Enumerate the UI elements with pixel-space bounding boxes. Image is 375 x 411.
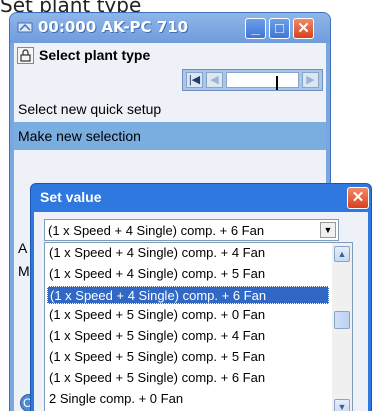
slider-thumb[interactable] (276, 76, 278, 90)
navigation-bar: |◀ ◀ ▶ (182, 69, 323, 91)
previous-page-button[interactable]: ◀ (206, 72, 223, 88)
scroll-down-button[interactable]: ▼ (334, 399, 350, 411)
next-icon: ▶ (306, 74, 315, 86)
first-page-icon: |◀ (188, 74, 201, 86)
title-bar: 00:000 AK-PC 710 _ □ ✕ (10, 13, 330, 43)
close-button[interactable]: ✕ (293, 18, 314, 39)
first-page-button[interactable]: |◀ (186, 72, 203, 88)
close-icon: ✕ (351, 189, 365, 206)
list-scrollbar[interactable]: ▲ ▼ (332, 243, 352, 411)
list-item[interactable]: (1 x Speed + 5 Single) comp. + 6 Fan (47, 369, 329, 387)
close-icon: ✕ (297, 20, 310, 37)
partial-label-a: A (18, 240, 28, 256)
list-item[interactable]: (1 x Speed + 5 Single) comp. + 0 Fan (47, 306, 329, 324)
value-dropdown[interactable]: (1 x Speed + 4 Single) comp. + 6 Fan ▼ (44, 219, 339, 241)
list-item[interactable]: 2 Single comp. + 0 Fan (47, 390, 329, 408)
maximize-icon: □ (274, 20, 285, 37)
app-icon (17, 22, 33, 33)
menu-item-new-selection[interactable]: Make new selection (18, 128, 141, 144)
next-page-button[interactable]: ▶ (302, 72, 319, 88)
list-item[interactable]: (1 x Speed + 5 Single) comp. + 5 Fan (47, 348, 329, 366)
lock-icon (20, 49, 31, 62)
minimize-button[interactable]: _ (245, 18, 266, 39)
scroll-thumb[interactable] (334, 311, 350, 329)
dialog-title: Set value (40, 189, 102, 205)
menu-item-quick-setup[interactable]: Select new quick setup (18, 101, 161, 117)
dialog-body: (1 x Speed + 4 Single) comp. + 6 Fan ▼ (… (34, 212, 368, 411)
list-item[interactable]: (1 x Speed + 4 Single) comp. + 5 Fan (47, 265, 329, 283)
dialog-close-button[interactable]: ✕ (347, 187, 369, 209)
lock-button[interactable] (17, 47, 34, 64)
set-value-dialog: Set value ✕ (1 x Speed + 4 Single) comp.… (30, 183, 372, 411)
list-item[interactable]: (1 x Speed + 5 Single) comp. + 4 Fan (47, 327, 329, 345)
page-slider[interactable] (226, 72, 299, 90)
options-list[interactable]: (1 x Speed + 4 Single) comp. + 4 Fan (1 x… (44, 242, 353, 411)
scroll-up-button[interactable]: ▲ (334, 246, 350, 262)
dropdown-selected-value: (1 x Speed + 4 Single) comp. + 6 Fan (48, 223, 265, 238)
dropdown-arrow-icon[interactable]: ▼ (320, 222, 336, 238)
partial-label-m: M (18, 263, 30, 279)
list-item[interactable]: (1 x Speed + 4 Single) comp. + 6 Fan (47, 285, 329, 304)
page-heading: Select plant type (39, 47, 151, 63)
minimize-icon: _ (251, 20, 260, 37)
previous-icon: ◀ (210, 74, 219, 86)
window-title: 00:000 AK-PC 710 (38, 18, 189, 36)
list-item[interactable]: (1 x Speed + 4 Single) comp. + 4 Fan (47, 244, 329, 262)
maximize-button[interactable]: □ (269, 18, 290, 39)
